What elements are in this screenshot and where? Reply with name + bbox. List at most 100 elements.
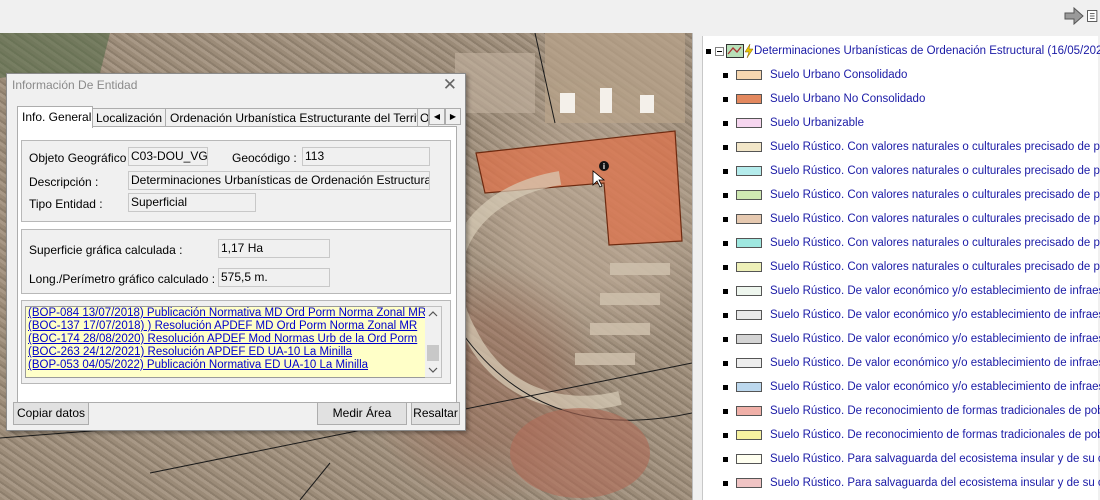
link-list-scrollbar[interactable] <box>425 306 442 378</box>
legend-item-label: Suelo Rústico. Con valores naturales o c… <box>770 237 1100 249</box>
legend-item[interactable]: Suelo Rústico. Con valores naturales o c… <box>723 163 1100 179</box>
legend-item-label: Suelo Rústico. Para salvaguarda del ecos… <box>770 453 1100 465</box>
legend-swatch <box>736 334 762 344</box>
tree-node-bullet <box>723 408 728 414</box>
tipo-entidad-field: Superficial <box>128 193 256 212</box>
legend-panel: Determinaciones Urbanísticas de Ordenaci… <box>692 33 1100 500</box>
geocodigo-label: Geocódigo : <box>232 151 297 165</box>
normativa-link-list: (BOP-084 13/07/2018) Publicación Normati… <box>25 306 427 378</box>
legend-swatch <box>736 478 762 488</box>
legend-item[interactable]: Suelo Rústico. De valor económico y/o es… <box>723 355 1100 371</box>
top-toolbar <box>0 0 1100 34</box>
legend-item[interactable]: Suelo Rústico. Con valores naturales o c… <box>723 259 1100 275</box>
legend-item-label: Suelo Rústico. Con valores naturales o c… <box>770 213 1100 225</box>
normativa-group: (BOP-084 13/07/2018) Publicación Normati… <box>21 300 451 384</box>
legend-swatch <box>736 118 762 128</box>
scroll-down-icon <box>428 367 438 373</box>
legend-item[interactable]: Suelo Rústico. De reconocimiento de form… <box>723 403 1100 419</box>
legend-swatch <box>736 70 762 80</box>
descripcion-field: Determinaciones Urbanísticas de Ordenaci… <box>128 171 430 190</box>
tree-node-bullet <box>723 144 728 150</box>
tab-overflow[interactable]: O <box>417 108 429 127</box>
legend-item[interactable]: Suelo Rústico. De valor económico y/o es… <box>723 283 1100 299</box>
legend-item[interactable]: Suelo Rústico. Para salvaguarda del ecos… <box>723 475 1100 491</box>
tab-localizacion[interactable]: Localización <box>91 108 171 127</box>
highlight-button[interactable]: Resaltar <box>411 402 460 425</box>
legend-item[interactable]: Suelo Urbanizable <box>723 115 864 131</box>
legend-item[interactable]: Suelo Rústico. De reconocimiento de form… <box>723 427 1100 443</box>
tab-bar: Info. General Localización Ordenación Ur… <box>17 106 467 128</box>
legend-item[interactable]: Suelo Rústico. De valor económico y/o es… <box>723 307 1100 323</box>
scroll-up-icon <box>428 311 438 317</box>
legend-swatch <box>736 286 762 296</box>
legend-swatch <box>736 94 762 104</box>
measure-area-button[interactable]: Medir Área <box>317 402 407 425</box>
tree-node-bullet <box>723 240 728 246</box>
legend-item-label: Suelo Rústico. De reconocimiento de form… <box>770 429 1100 441</box>
normativa-link[interactable]: (BOP-084 13/07/2018) Publicación Normati… <box>26 307 426 320</box>
perimetro-label: Long./Perímetro gráfico calculado : <box>29 272 216 286</box>
legend-item-label: Suelo Rústico. Con valores naturales o c… <box>770 261 1100 273</box>
legend-tree: Determinaciones Urbanísticas de Ordenaci… <box>702 36 1100 500</box>
descripcion-label: Descripción : <box>29 175 99 189</box>
close-icon[interactable]: ✕ <box>443 75 457 95</box>
info-general-panel: Objeto Geográfico : C03-DOU_VGs Geocódig… <box>17 126 457 403</box>
tab-info-general[interactable]: Info. General <box>17 106 93 128</box>
tree-node-bullet <box>723 120 728 126</box>
tab-ordenacion-urbanistica[interactable]: Ordenación Urbanística Estructurante del… <box>165 108 423 127</box>
legend-swatch <box>736 454 762 464</box>
normativa-link[interactable]: (BOC-174 28/08/2020) Resolución APDEF Mo… <box>26 333 426 346</box>
arrow-right-icon[interactable] <box>1063 5 1085 27</box>
legend-item[interactable]: Suelo Rústico. Con valores naturales o c… <box>723 235 1100 251</box>
tree-node-bullet <box>723 168 728 174</box>
legend-swatch <box>736 430 762 440</box>
legend-swatch <box>736 190 762 200</box>
tree-node-bullet <box>723 432 728 438</box>
tree-node-bullet <box>723 456 728 462</box>
general-group: Objeto Geográfico : C03-DOU_VGs Geocódig… <box>21 140 451 222</box>
legend-item[interactable]: Suelo Rústico. Con valores naturales o c… <box>723 211 1100 227</box>
measures-group: Superficie gráfica calculada : 1,17 Ha L… <box>21 229 451 294</box>
legend-item[interactable]: Suelo Urbano Consolidado <box>723 67 907 83</box>
legend-root[interactable]: Determinaciones Urbanísticas de Ordenaci… <box>706 43 1100 59</box>
legend-item[interactable]: Suelo Rústico. De valor económico y/o es… <box>723 331 1100 347</box>
legend-item-label: Suelo Rústico. Para salvaguarda del ecos… <box>770 477 1100 489</box>
legend-item-label: Suelo Rústico. De valor económico y/o es… <box>770 309 1100 321</box>
legend-swatch <box>736 238 762 248</box>
perimetro-field: 575,5 m. <box>218 268 330 287</box>
legend-item[interactable]: Suelo Urbano No Consolidado <box>723 91 925 107</box>
tree-node-bullet <box>723 360 728 366</box>
tree-node-bullet <box>723 192 728 198</box>
tree-node-bullet <box>706 48 711 54</box>
legend-root-label: Determinaciones Urbanísticas de Ordenaci… <box>754 45 1100 57</box>
legend-item-label: Suelo Urbano Consolidado <box>770 69 908 81</box>
export-icon[interactable] <box>1086 5 1100 27</box>
legend-item-label: Suelo Rústico. De valor económico y/o es… <box>770 357 1100 369</box>
tree-node-bullet <box>723 96 728 102</box>
legend-item[interactable]: Suelo Rústico. De valor económico y/o es… <box>723 379 1100 395</box>
tree-node-bullet <box>723 384 728 390</box>
copy-data-button[interactable]: Copiar datos <box>13 402 89 425</box>
entity-info-dialog: Información De Entidad ✕ Info. General L… <box>6 73 466 431</box>
geocodigo-field: 113 <box>302 147 430 166</box>
legend-item-label: Suelo Rústico. Con valores naturales o c… <box>770 165 1100 177</box>
superficie-field: 1,17 Ha <box>218 239 330 258</box>
normativa-link[interactable]: (BOC-137 17/07/2018) ) Resolución APDEF … <box>26 320 426 333</box>
tree-node-bullet <box>723 72 728 78</box>
tree-node-bullet <box>723 480 728 486</box>
normativa-link[interactable]: (BOC-263 24/12/2021) Resolución APDEF ED… <box>26 346 426 359</box>
legend-item[interactable]: Suelo Rústico. Con valores naturales o c… <box>723 139 1100 155</box>
svg-text:i: i <box>603 162 605 171</box>
tab-scroll-right-icon[interactable]: ▶ <box>445 108 461 125</box>
tab-scroll-left-icon[interactable]: ◀ <box>429 108 445 125</box>
tree-node-bullet <box>723 288 728 294</box>
legend-item[interactable]: Suelo Rústico. Con valores naturales o c… <box>723 187 1100 203</box>
collapse-icon[interactable] <box>715 46 724 56</box>
superficie-label: Superficie gráfica calculada : <box>29 243 183 257</box>
normativa-link[interactable]: (BOP-053 04/05/2022) Publicación Normati… <box>26 359 426 372</box>
legend-swatch <box>736 382 762 392</box>
tree-node-bullet <box>723 312 728 318</box>
legend-item[interactable]: Suelo Rústico. Para salvaguarda del ecos… <box>723 451 1100 467</box>
tree-node-bullet <box>723 264 728 270</box>
legend-item-label: Suelo Rústico. Con valores naturales o c… <box>770 141 1100 153</box>
